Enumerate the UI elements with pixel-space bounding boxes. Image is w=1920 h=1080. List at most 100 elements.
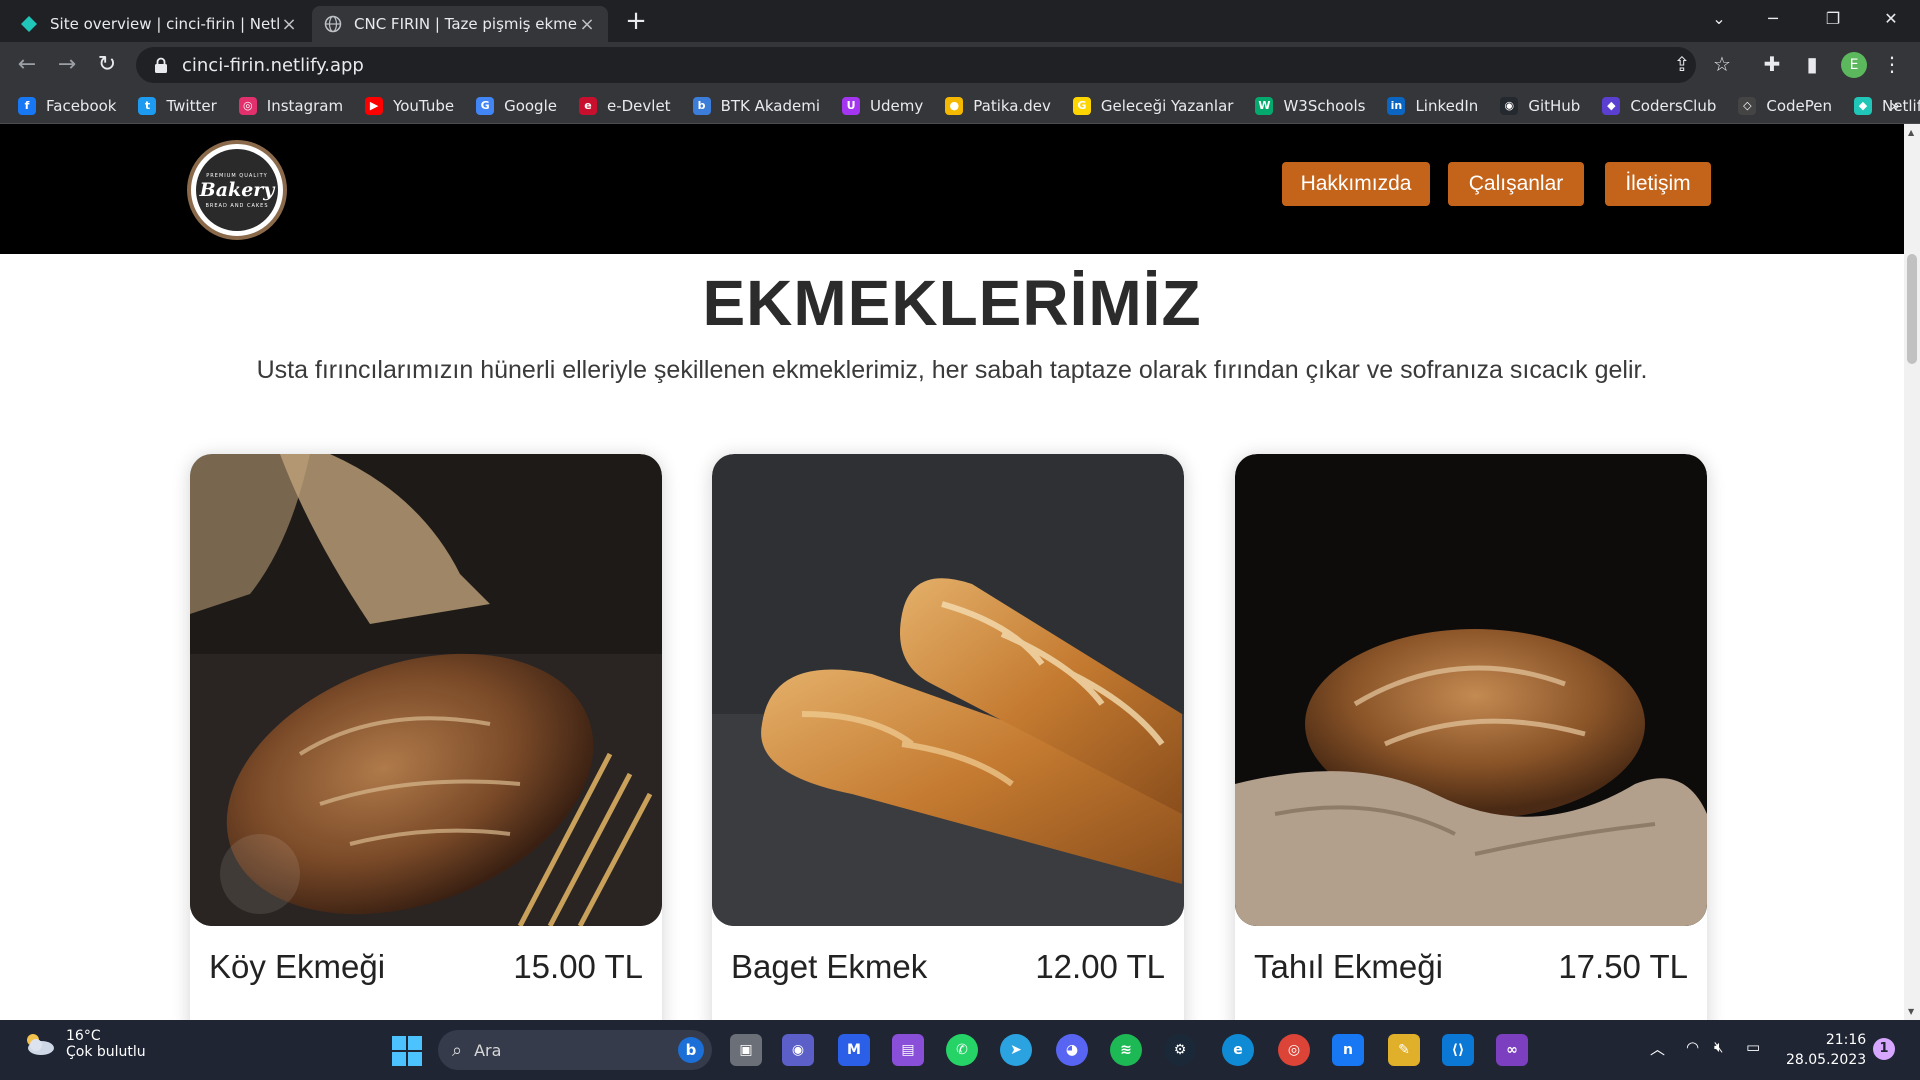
windows-start-icon[interactable] [392, 1036, 422, 1066]
back-button[interactable]: ← [12, 51, 42, 81]
close-tab-icon[interactable]: × [578, 14, 596, 35]
product-card[interactable]: Baget Ekmek 12.00 TL [712, 454, 1184, 1020]
bookmark-item[interactable]: ◆ Netlify [1854, 96, 1920, 115]
new-tab-button[interactable]: + [622, 8, 650, 36]
wifi-icon[interactable]: ◠ [1686, 1038, 1699, 1056]
tab-search-icon[interactable]: ⌄ [1696, 0, 1742, 38]
bookmark-item[interactable]: ◇ CodePen [1738, 96, 1832, 115]
teams-chat-icon[interactable]: ◉ [782, 1034, 814, 1066]
instagram-icon: ◎ [238, 96, 257, 115]
bookmark-item[interactable]: b BTK Akademi [692, 96, 820, 115]
bookmark-item[interactable]: U Udemy [842, 96, 924, 115]
bookmark-item[interactable]: ▶ YouTube [365, 96, 455, 115]
bookmark-item[interactable]: ◆ CodersClub [1602, 96, 1717, 115]
bookmark-item[interactable]: in LinkedIn [1387, 96, 1479, 115]
site-header: PREMIUM QUALITY Bakery BREAD AND CAKES H… [0, 124, 1904, 254]
bookmark-label: YouTube [393, 96, 455, 115]
task-view-icon[interactable]: ▣ [730, 1034, 762, 1066]
bookmark-label: LinkedIn [1415, 96, 1479, 115]
facebook-icon: f [18, 96, 36, 115]
bookmark-label: e-Devlet [606, 96, 671, 115]
tab-title: CNC FIRIN | Taze pişmiş ekmekler [354, 15, 578, 33]
reload-button[interactable]: ↻ [92, 51, 122, 81]
edevlet-icon: e [578, 96, 597, 115]
github-icon: ◉ [1500, 96, 1519, 115]
share-icon[interactable]: ⇪ [1670, 53, 1694, 77]
extensions-icon[interactable]: ✚ [1760, 53, 1784, 77]
address-bar[interactable]: cinci-firin.netlify.app [136, 47, 1696, 83]
bookmark-item[interactable]: t Twitter [138, 96, 217, 115]
bookmark-label: Netlify [1882, 96, 1920, 115]
notion-app-icon[interactable]: n [1332, 1034, 1364, 1066]
bookmark-item[interactable]: G Google [476, 96, 557, 115]
scroll-up-arrow-icon[interactable]: ▲ [1908, 128, 1914, 137]
menu-icon[interactable]: ⋮ [1880, 53, 1904, 77]
page-scrollbar[interactable]: ▲ ▼ [1904, 124, 1920, 1020]
close-window-button[interactable]: ✕ [1868, 0, 1914, 38]
profile-avatar[interactable]: E [1841, 52, 1867, 78]
chrome-icon[interactable]: ◎ [1278, 1034, 1310, 1066]
telegram-icon[interactable]: ➤ [1000, 1034, 1032, 1066]
nav-employees-button[interactable]: Çalışanlar [1448, 162, 1584, 206]
volume-muted-icon[interactable]: 🔇︎ [1714, 1038, 1723, 1056]
tab-cnc-firin[interactable]: CNC FIRIN | Taze pişmiş ekmekler × [312, 6, 608, 42]
close-tab-icon[interactable]: × [280, 14, 298, 35]
bookmark-item[interactable]: W W3Schools [1255, 96, 1365, 115]
bookmark-item[interactable]: f Facebook [18, 96, 116, 115]
tab-netlify-overview[interactable]: Site overview | cinci-firin | Netlify × [8, 6, 310, 42]
visual-studio-icon[interactable]: ∞ [1496, 1034, 1528, 1066]
google-icon: G [476, 96, 495, 115]
scrollbar-thumb[interactable] [1907, 254, 1917, 364]
show-hidden-icons-icon[interactable]: ︿ [1650, 1038, 1665, 1059]
clock-time: 21:16 [1825, 1032, 1867, 1048]
app-icon[interactable]: ✎ [1388, 1034, 1420, 1066]
whatsapp-icon[interactable]: ✆ [946, 1034, 978, 1066]
section-subtitle: Usta fırıncılarımızın hünerli elleriyle … [256, 356, 1648, 384]
side-panel-icon[interactable]: ▮ [1800, 53, 1824, 77]
steam-icon[interactable]: ⚙ [1164, 1034, 1196, 1066]
bookmark-star-icon[interactable]: ☆ [1710, 53, 1734, 77]
nav-about-button[interactable]: Hakkımızda [1282, 162, 1430, 206]
nav-contact-button[interactable]: İletişim [1605, 162, 1711, 206]
clock[interactable]: 21:16 28.05.2023 [1786, 1030, 1866, 1070]
bookmark-label: Patika.dev [973, 96, 1051, 115]
weather-widget[interactable]: 16°C Çok bulutlu [22, 1028, 146, 1060]
page-viewport: PREMIUM QUALITY Bakery BREAD AND CAKES H… [0, 124, 1904, 1020]
logo-script-text: Bakery [199, 179, 275, 201]
bookmark-label: Udemy [870, 96, 924, 115]
search-icon: ⌕ [452, 1039, 463, 1061]
bakery-logo[interactable]: PREMIUM QUALITY Bakery BREAD AND CAKES [187, 140, 287, 240]
netlify-icon: ◆ [1854, 96, 1873, 115]
minimize-button[interactable]: ─ [1750, 0, 1796, 38]
product-card[interactable]: Köy Ekmeği 15.00 TL [190, 454, 662, 1020]
search-placeholder: Ara [474, 1040, 502, 1060]
taskbar-search[interactable]: ⌕ Ara b [438, 1030, 712, 1070]
bookmark-item[interactable]: G Geleceği Yazanlar [1072, 96, 1234, 115]
bookmark-label: GitHub [1528, 96, 1581, 115]
bing-icon[interactable]: b [678, 1037, 704, 1063]
more-bookmarks-icon[interactable]: » [1890, 96, 1900, 115]
bookmark-item[interactable]: e e-Devlet [578, 96, 671, 115]
codepen-icon: ◇ [1738, 96, 1757, 115]
restore-button[interactable]: ❐ [1810, 0, 1856, 38]
spotify-icon[interactable]: ≋ [1110, 1034, 1142, 1066]
edge-icon[interactable]: e [1222, 1034, 1254, 1066]
clipchamp-icon[interactable]: ▤ [892, 1034, 924, 1066]
product-card[interactable]: Tahıl Ekmeği 17.50 TL [1235, 454, 1707, 1020]
app-icon[interactable]: M [838, 1034, 870, 1066]
vscode-icon[interactable]: ⟨⟩ [1442, 1034, 1474, 1066]
bookmark-label: CodersClub [1630, 96, 1717, 115]
notification-badge[interactable]: 1 [1873, 1038, 1895, 1060]
bookmark-label: Geleceği Yazanlar [1100, 96, 1234, 115]
battery-icon[interactable]: ▭ [1746, 1038, 1760, 1056]
bookmark-item[interactable]: ◎ Instagram [238, 96, 343, 115]
btk-icon: b [692, 96, 711, 115]
discord-icon[interactable]: ◕ [1056, 1034, 1088, 1066]
forward-button[interactable]: → [52, 51, 82, 81]
twitter-icon: t [138, 96, 157, 115]
windows-taskbar: 16°C Çok bulutlu ⌕ Ara b ▣ ◉ M ▤ ✆ ➤ ◕ ≋… [0, 1020, 1920, 1080]
bookmark-item[interactable]: ◉ GitHub [1500, 96, 1581, 115]
scroll-down-arrow-icon[interactable]: ▼ [1908, 1007, 1914, 1016]
bookmark-item[interactable]: ● Patika.dev [945, 96, 1051, 115]
bookmark-label: Twitter [166, 96, 217, 115]
